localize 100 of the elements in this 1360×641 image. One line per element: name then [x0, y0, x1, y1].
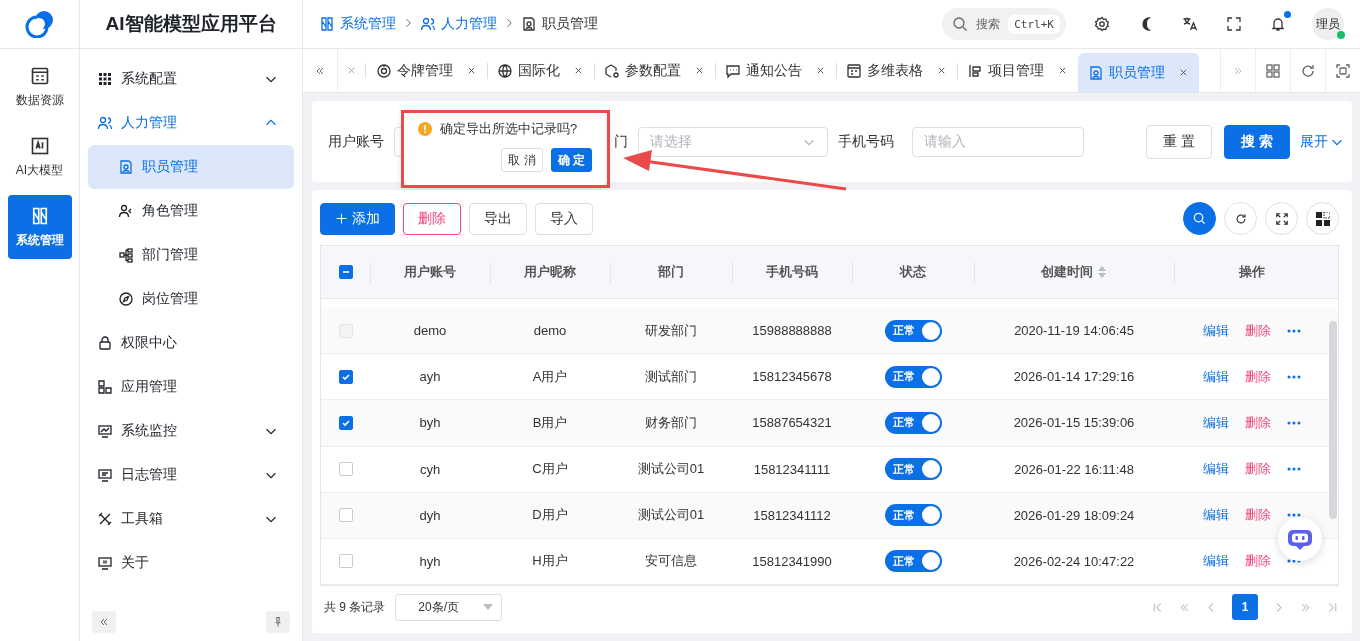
edit-link[interactable]: 编辑 — [1203, 367, 1229, 386]
status-switch[interactable]: 正常 — [884, 458, 942, 481]
row-checkbox[interactable] — [338, 554, 353, 569]
tab[interactable]: 职员管理 — [1078, 53, 1199, 92]
search-button[interactable]: 搜 索 — [1224, 124, 1290, 159]
edit-link[interactable]: 编辑 — [1203, 506, 1229, 525]
confirm-button[interactable]: 确 定 — [550, 148, 592, 172]
collapse-button[interactable] — [92, 611, 116, 633]
pin-icon — [272, 616, 284, 628]
breadcrumb-item[interactable]: 人力管理 — [441, 15, 497, 33]
column-header[interactable]: 创建时间 — [1041, 262, 1093, 281]
delete-link[interactable]: 删除 — [1245, 506, 1271, 525]
row-checkbox[interactable] — [338, 369, 353, 384]
menu-item[interactable]: 人力管理 — [88, 101, 294, 145]
edit-link[interactable]: 编辑 — [1203, 414, 1229, 432]
app-title: AI智能模型应用平台 — [80, 0, 302, 49]
menu-icon — [118, 203, 134, 219]
menu-icon — [97, 71, 113, 87]
menu-item[interactable]: 应用管理 — [88, 365, 294, 409]
check-icon — [340, 371, 351, 382]
menu-icon — [97, 555, 113, 571]
user-avatar[interactable]: 理员 — [1312, 8, 1344, 40]
menu-item[interactable]: 日志管理 — [88, 453, 294, 497]
toolbar-button[interactable]: 导入 — [535, 202, 593, 235]
close-icon — [815, 65, 826, 76]
table-cell: 15812341112 — [753, 507, 831, 523]
grid-icon — [1265, 62, 1281, 79]
table-cell: 2026-01-22 16:11:48 — [1014, 461, 1134, 477]
more-icon[interactable] — [1287, 421, 1301, 425]
bell-icon — [1270, 16, 1286, 32]
column-header: 手机号码 — [766, 262, 818, 281]
column-header: 用户昵称 — [524, 262, 576, 281]
pin-button[interactable] — [266, 611, 290, 633]
search-field[interactable]: 搜索 Ctrl+K — [942, 8, 1066, 40]
more-icon[interactable] — [1287, 328, 1301, 333]
check-icon — [340, 418, 351, 428]
table-cell: 测试公司01 — [637, 460, 705, 479]
menu-item[interactable]: 系统配置 — [88, 57, 294, 101]
submenu-item[interactable]: 部门管理 — [88, 233, 294, 277]
search-icon — [1192, 211, 1207, 226]
menu-item[interactable]: 系统监控 — [88, 409, 294, 453]
row-checkbox[interactable] — [338, 508, 353, 523]
submenu-item[interactable]: 职员管理 — [88, 145, 294, 189]
status-switch[interactable]: 正常 — [884, 365, 942, 388]
more-icon[interactable] — [1287, 467, 1301, 472]
tab[interactable]: 参数配置 — [594, 49, 715, 92]
breadcrumb-item[interactable]: 系统管理 — [340, 15, 396, 33]
tab[interactable]: 项目管理 — [957, 49, 1078, 92]
menu-item[interactable]: 关于 — [88, 541, 294, 585]
id-card-icon — [521, 16, 537, 32]
edit-link[interactable]: 编辑 — [1203, 552, 1229, 571]
close-icon — [1178, 67, 1189, 78]
users-icon — [420, 16, 436, 32]
tab[interactable]: 通知公告 — [715, 49, 836, 92]
column-header: 用户账号 — [404, 262, 456, 281]
table-cell: 财务部门 — [645, 414, 697, 432]
status-switch[interactable]: 正常 — [884, 550, 942, 573]
rail-item[interactable]: 系统管理 — [7, 195, 72, 259]
menu-item[interactable]: 权限中心 — [88, 321, 294, 365]
table-cell: 测试公司01 — [637, 506, 705, 525]
cancel-button[interactable]: 取 消 — [501, 148, 543, 172]
tab[interactable]: 令牌管理 — [366, 49, 487, 92]
edit-link[interactable]: 编辑 — [1203, 460, 1229, 479]
more-icon[interactable] — [1287, 374, 1301, 379]
expand-link[interactable]: 展开 — [1300, 132, 1344, 151]
submenu-item[interactable]: 岗位管理 — [88, 277, 294, 321]
menu-icon — [118, 159, 134, 175]
table-cell: 测试部门 — [645, 367, 697, 386]
toolbar-button[interactable]: 导出 — [469, 202, 527, 235]
assistant-button[interactable] — [1278, 517, 1322, 561]
page-button[interactable]: 1 — [1232, 594, 1258, 620]
delete-link[interactable]: 删除 — [1245, 367, 1271, 386]
submenu-item[interactable]: 角色管理 — [88, 189, 294, 233]
scrollbar[interactable] — [1329, 321, 1337, 519]
table-cell: demo — [533, 323, 567, 339]
tab[interactable]: 国际化 — [487, 49, 594, 92]
table-cell: 安可信息 — [645, 552, 697, 571]
rail-item[interactable]: AI大模型 — [7, 125, 72, 189]
status-switch[interactable]: 正常 — [884, 412, 942, 434]
row-checkbox[interactable] — [338, 416, 353, 430]
more-icon[interactable] — [1287, 513, 1301, 518]
tab[interactable]: 多维表格 — [836, 49, 957, 92]
search-toggle-button[interactable] — [1183, 202, 1216, 235]
delete-link[interactable]: 删除 — [1245, 414, 1271, 432]
menu-item[interactable]: 工具箱 — [88, 497, 294, 541]
toolbar-button[interactable]: 添加 — [320, 202, 395, 235]
reset-button[interactable]: 重 置 — [1146, 124, 1213, 159]
rail-item[interactable]: 数据资源 — [7, 55, 72, 119]
toolbar-button[interactable]: 删除 — [403, 202, 461, 235]
delete-link[interactable]: 删除 — [1245, 460, 1271, 479]
page-size-select[interactable]: 20条/页 — [395, 593, 503, 621]
row-checkbox[interactable] — [338, 462, 353, 477]
delete-link[interactable]: 删除 — [1245, 552, 1271, 571]
close-icon — [466, 65, 477, 76]
select-all-checkbox[interactable] — [338, 264, 353, 279]
menu-icon — [97, 511, 113, 527]
menu-icon — [97, 115, 113, 131]
table-cell: 15887654321 — [752, 415, 832, 431]
status-switch[interactable]: 正常 — [884, 504, 942, 527]
table-cell: byh — [419, 415, 441, 431]
